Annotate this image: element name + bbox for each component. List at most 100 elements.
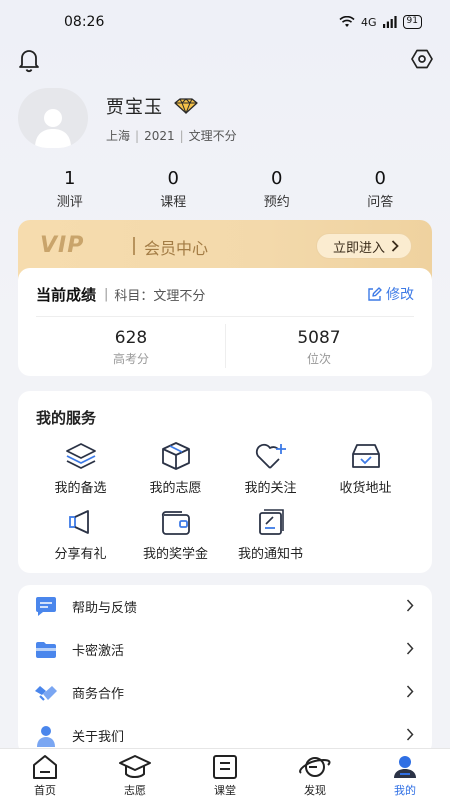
stat-courses[interactable]: 0 课程: [122, 168, 226, 210]
chevron-right-icon: [406, 642, 414, 655]
user-year: 2021: [144, 128, 175, 143]
chevron-right-icon: [406, 599, 414, 612]
stat-label: 问答: [367, 195, 394, 210]
heart-plus-icon: [255, 443, 286, 469]
score-subject-label: 科目：: [114, 289, 154, 304]
tab-classroom[interactable]: 课堂: [180, 749, 270, 800]
service-label: 我的志愿: [149, 481, 202, 496]
menu-label: 商务合作: [72, 687, 125, 702]
gaokao-score-value: 628: [114, 328, 148, 348]
chevron-right-icon: [406, 685, 414, 698]
stat-label: 预约: [263, 195, 290, 210]
service-share[interactable]: 分享有礼: [33, 507, 128, 562]
vip-title: 会员中心: [144, 239, 209, 258]
stat-value: 1: [64, 168, 76, 189]
speaker-icon: [68, 510, 89, 534]
user-subject: 文理不分: [188, 128, 237, 143]
score-title: 当前成绩: [36, 286, 97, 304]
service-address[interactable]: 收货地址: [318, 441, 413, 496]
menu-label: 关于我们: [72, 730, 125, 745]
status-bar: 08:26 4G 91: [0, 0, 450, 44]
menu-label: 卡密激活: [72, 644, 125, 659]
wallet-icon: [161, 511, 190, 535]
edit-icon: [368, 286, 382, 301]
bottom-tab-bar: 首页 志愿 课堂 发现 我的: [0, 748, 450, 800]
status-time: 08:26: [64, 14, 105, 30]
network-label: 4G: [361, 15, 377, 29]
rank-value: 5087: [297, 328, 341, 348]
chat-icon: [36, 596, 56, 616]
tab-label: 首页: [34, 784, 56, 797]
chevron-right-icon: [406, 728, 414, 741]
card-icon: [36, 641, 56, 658]
tab-label: 我的: [394, 784, 416, 797]
layers-icon: [65, 443, 96, 469]
tab-volunteer[interactable]: 志愿: [90, 749, 180, 800]
user-name: 贾宝玉: [106, 96, 163, 118]
stat-label: 课程: [160, 195, 187, 210]
classroom-icon: [213, 755, 237, 779]
signal-icon: [382, 16, 397, 28]
settings-icon[interactable]: [411, 49, 433, 73]
handshake-icon: [35, 685, 57, 701]
menu-item-card-activation[interactable]: 卡密激活: [18, 628, 432, 671]
tab-label: 课堂: [214, 784, 236, 797]
profile-icon: [394, 756, 416, 778]
service-applications[interactable]: 我的志愿: [128, 441, 223, 496]
score-header: 当前成绩 | 科目： 文理不分: [36, 286, 206, 304]
menu-item-business[interactable]: 商务合作: [18, 671, 432, 714]
header-actions: [0, 44, 450, 76]
vip-enter-button[interactable]: 立即进入: [315, 233, 412, 259]
graduation-cap-icon: [119, 755, 151, 778]
service-scholarship[interactable]: 我的奖学金: [128, 507, 223, 562]
service-label: 我的通知书: [237, 547, 303, 562]
stat-qa[interactable]: 0 问答: [329, 168, 433, 210]
divider: [36, 316, 414, 317]
diamond-badge-icon: [174, 97, 198, 114]
default-avatar-icon: [35, 109, 71, 148]
tab-label: 志愿: [124, 784, 146, 797]
profile-header[interactable]: 贾宝玉 上海 | 2021 | 文理不分: [18, 88, 237, 148]
stat-assessments[interactable]: 1 测评: [18, 168, 122, 210]
edit-label: 修改: [386, 287, 414, 303]
chevron-right-icon: [391, 240, 399, 252]
person-icon: [37, 725, 55, 747]
tab-mine[interactable]: 我的: [360, 749, 450, 800]
stat-value: 0: [167, 168, 179, 189]
stat-appointments[interactable]: 0 预约: [225, 168, 329, 210]
tab-discover[interactable]: 发现: [270, 749, 360, 800]
service-label: 收货地址: [339, 481, 392, 496]
bell-icon[interactable]: [17, 47, 41, 77]
status-indicators: 4G 91: [339, 15, 422, 29]
service-label: 我的奖学金: [142, 547, 208, 562]
inbox-icon: [351, 444, 380, 468]
rank: 5087 位次: [224, 328, 414, 367]
settings-menu: 帮助与反馈 卡密激活 商务合作 关于我们: [18, 585, 432, 755]
services-title: 我的服务: [36, 409, 97, 427]
vip-logo: VIP: [40, 233, 85, 258]
gaokao-score: 628 高考分: [36, 328, 226, 367]
menu-item-help-feedback[interactable]: 帮助与反馈: [18, 585, 432, 628]
service-label: 我的备选: [54, 481, 107, 496]
stat-label: 测评: [56, 195, 83, 210]
services-card: 我的服务 我的备选 我的志愿 我的关注 收货地址 分享有礼 我的奖学金 我的通知…: [18, 391, 432, 573]
tab-home[interactable]: 首页: [0, 749, 90, 800]
avatar[interactable]: [18, 88, 88, 148]
service-candidates[interactable]: 我的备选: [33, 441, 128, 496]
score-card: 当前成绩 | 科目： 文理不分 修改 628 高考分 5087 位次: [18, 268, 432, 376]
tab-label: 发现: [304, 784, 326, 797]
stats-row: 1 测评 0 课程 0 预约 0 问答: [18, 168, 432, 210]
notice-icon: [258, 509, 284, 535]
planet-icon: [299, 757, 331, 777]
home-icon: [33, 755, 57, 779]
service-following[interactable]: 我的关注: [223, 441, 318, 496]
box-icon: [161, 442, 190, 470]
edit-score-button[interactable]: 修改: [367, 284, 414, 304]
wifi-icon: [339, 16, 355, 27]
vip-enter-label: 立即进入: [332, 240, 385, 256]
service-notice[interactable]: 我的通知书: [223, 507, 318, 562]
stat-value: 0: [271, 168, 283, 189]
score-subject: 文理不分: [153, 289, 206, 304]
menu-label: 帮助与反馈: [72, 601, 138, 616]
service-label: 我的关注: [244, 481, 297, 496]
